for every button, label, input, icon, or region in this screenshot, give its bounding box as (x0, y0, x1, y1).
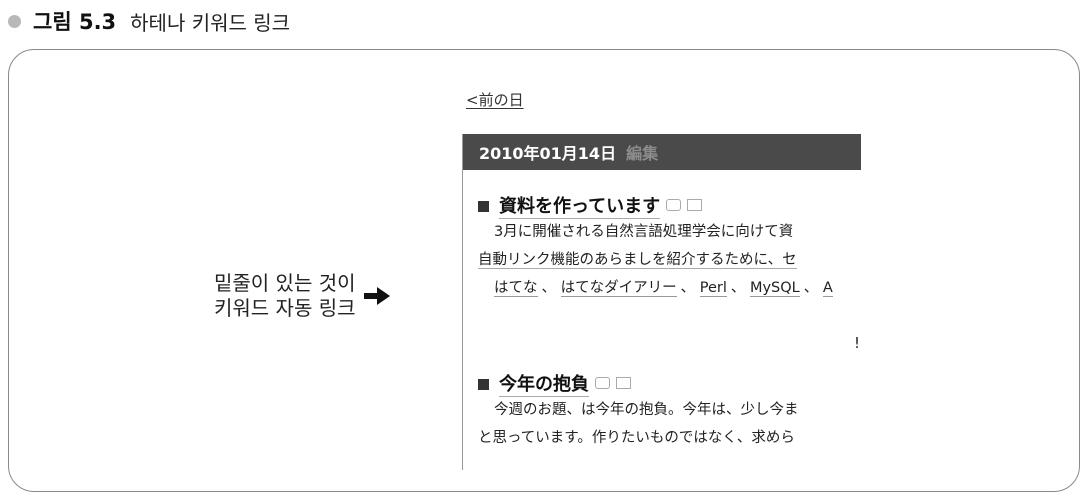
entry-title-text[interactable]: 今年の抱負 (499, 370, 589, 397)
entry-line: と思っています。作りたいものではなく、求めら (478, 424, 799, 452)
blog-entry-1: 資料を作っています 3月に開催される自然言語処理学会に向けて資 自動リンク機能の… (478, 192, 837, 302)
right-arrow-icon (363, 287, 390, 305)
figure-label: 그림 5.3 (33, 10, 117, 34)
previous-day-link[interactable]: <前の日 (466, 89, 524, 110)
separator: 、 (803, 280, 819, 296)
entry-line: 自動リンク機能のあらましを紹介するために、セ (478, 246, 837, 274)
comment-icon[interactable] (595, 377, 610, 389)
entry-line: 3月に開催される自然言語処理学会に向けて資 (478, 218, 837, 246)
keyword-line: はてな、 はてなダイアリー、 Perl、 MySQL、 A (478, 274, 837, 302)
annotation-line-2: 키워드 자동 링크 (214, 296, 356, 320)
keyword-link[interactable]: はてなダイアリー (560, 280, 677, 297)
blog-panel: 2010年01月14日 編集 資料を作っています 3月に開催される自然言語処理学… (462, 134, 861, 470)
entry-text: 3月に開催される自然言語処理学会に向けて資 (494, 224, 794, 240)
comment-icon[interactable] (666, 199, 682, 211)
figure-caption: 그림 5.3 하테나 키워드 링크 (8, 4, 290, 38)
keyword-link[interactable]: はてな (494, 280, 538, 297)
separator: 、 (730, 280, 746, 296)
title-square-icon (478, 378, 489, 390)
separator: 、 (680, 280, 696, 296)
annotation: 밑줄이 있는 것이 키워드 자동 링크 (214, 271, 390, 321)
figure-title: 하테나 키워드 링크 (130, 10, 291, 35)
trailing-mark: ! (854, 334, 861, 352)
entry-text: と思っています。作りたいものではなく、求めら (478, 430, 795, 446)
entry-line: 今週のお題、は今年の抱負。今年は、少し今ま (478, 396, 799, 424)
blog-entry-2: 今年の抱負 今週のお題、は今年の抱負。今年は、少し今ま と思っています。作りたい… (478, 370, 799, 452)
bookmark-icon[interactable] (616, 377, 631, 389)
entry-title-text[interactable]: 資料を作っています (499, 192, 661, 219)
entry-title: 今年の抱負 (478, 370, 799, 397)
bookmark-icon[interactable] (687, 199, 703, 211)
entry-title: 資料を作っています (478, 192, 837, 219)
caption-bullet-icon (8, 14, 21, 28)
entry-text: 今週のお題、は今年の抱負。今年は、少し今ま (494, 402, 799, 418)
date-title: 2010年01月14日 (479, 144, 617, 163)
title-square-icon (478, 200, 489, 212)
keyword-link[interactable]: MySQL (749, 280, 800, 297)
entry-text-linked[interactable]: 自動リンク機能のあらましを紹介するために、セ (478, 252, 797, 269)
separator: 、 (541, 280, 557, 296)
keyword-link[interactable]: Perl (699, 280, 727, 297)
keyword-link[interactable]: A (822, 280, 833, 297)
annotation-line-1: 밑줄이 있는 것이 (214, 271, 356, 295)
date-header: 2010年01月14日 編集 (463, 134, 861, 170)
edit-link[interactable]: 編集 (626, 140, 658, 164)
annotation-text: 밑줄이 있는 것이 키워드 자동 링크 (214, 271, 356, 321)
